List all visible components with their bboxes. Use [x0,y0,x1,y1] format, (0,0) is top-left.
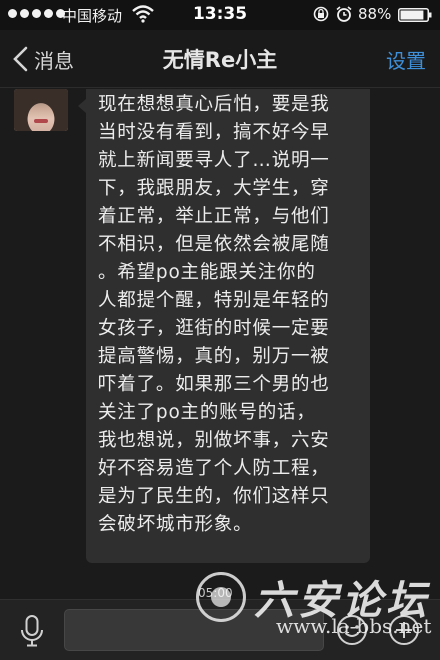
message-text: 现在想想真心后怕，要是我 当时没有看到，搞不好今早 就上新闻要寻人了…说明一 下，我跟… [98,91,366,539]
message-line: 现在想想真心后怕，要是我 [98,94,330,115]
message-line: 就上新闻要寻人了…说明一 [98,150,330,171]
chat-title: 无情Re小主 [162,48,278,72]
message-line: 当时没有看到，搞不好今早 [98,122,330,143]
battery-percent: 88% [358,5,392,23]
message-line: 我也想说，别做坏事，六安 [98,430,330,451]
message-line: 下，我跟朋友，大学生，穿 [98,178,330,199]
settings-button[interactable]: 设置 [386,45,426,74]
status-bar: 中国移动 13:35 88% [0,0,440,30]
plus-icon[interactable] [388,614,420,646]
chat-area[interactable]: 现在想想真心后怕，要是我 当时没有看到，搞不好今早 就上新闻要寻人了…说明一 下，我跟… [0,89,440,599]
battery-icon [398,8,432,22]
message-bubble[interactable]: 现在想想真心后怕，要是我 当时没有看到，搞不好今早 就上新闻要寻人了…说明一 下，我跟… [78,89,370,563]
message-line: 提高警惕，真的，别万一被 [98,346,330,367]
avatar[interactable] [14,89,68,131]
microphone-icon[interactable] [18,614,46,648]
message-line: 是为了民生的，你们这样只 [98,486,330,507]
message-line: 人都提个醒，特别是年轻的 [98,290,330,311]
message-line: 会破坏城市形象。 [98,514,253,535]
message-line: 关注了po主的账号的话， [98,402,316,423]
message-line: 女孩子，逛街的时候一定要 [98,318,330,339]
nav-bar: 消息 无情Re小主 设置 [0,30,440,88]
message-line: 吓着了。如果那三个男的也 [98,374,330,395]
message-line: 不相识，但是依然会被尾随 [98,234,330,255]
emoji-icon[interactable] [336,614,368,646]
message-input[interactable] [64,609,324,651]
message-line: 好不容易造了个人防工程， [98,458,330,479]
message-line: 。希望po主能跟关注你的 [98,262,316,283]
input-bar [0,599,440,660]
message-line: 着正常，举止正常，与他们 [98,206,330,227]
rotation-lock-icon [313,6,329,22]
alarm-icon [336,6,352,22]
